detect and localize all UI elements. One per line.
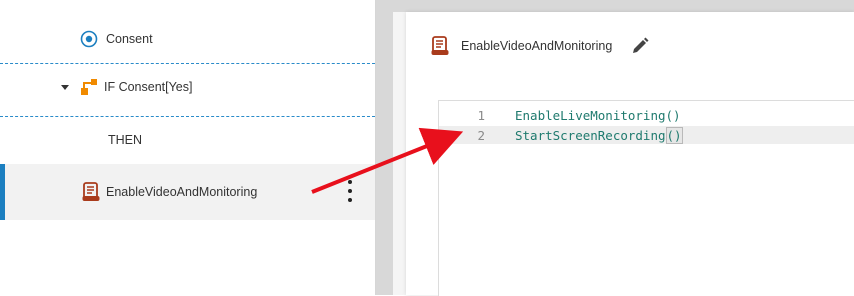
code-line[interactable]: 1 EnableLiveMonitoring() xyxy=(439,106,854,124)
bracket-match-highlight: () xyxy=(665,126,683,144)
script-icon xyxy=(431,36,449,56)
code-text: EnableLiveMonitoring() xyxy=(515,107,681,123)
code-editor[interactable]: 1 EnableLiveMonitoring() 2 StartScreenRe… xyxy=(438,100,854,296)
code-line-active[interactable]: 2 StartScreenRecording() xyxy=(439,126,854,144)
script-editor-card: EnableVideoAndMonitoring 1 EnableLiveMon… xyxy=(406,12,854,296)
code-text: StartScreenRecording xyxy=(515,127,666,143)
flow-item-consent[interactable]: Consent xyxy=(0,25,375,53)
editor-top-strip xyxy=(393,0,854,12)
flow-panel: Consent IF Consent[Yes] THEN EnableVideo… xyxy=(0,0,376,295)
selection-indicator xyxy=(0,164,5,220)
flow-item-label: THEN xyxy=(108,133,143,147)
flow-item-label: EnableVideoAndMonitoring xyxy=(106,185,258,199)
flow-item-enable-video-and-monitoring[interactable]: EnableVideoAndMonitoring xyxy=(0,164,375,220)
flow-item-then: THEN xyxy=(0,126,375,154)
drop-zone-divider xyxy=(0,116,375,117)
script-icon xyxy=(82,182,100,202)
chevron-down-icon[interactable] xyxy=(60,82,70,92)
line-number: 1 xyxy=(477,107,485,123)
flow-item-label: Consent xyxy=(106,32,153,46)
more-options-icon[interactable] xyxy=(347,180,353,202)
radio-icon xyxy=(80,30,98,48)
pencil-icon[interactable] xyxy=(630,36,650,56)
editor-header: EnableVideoAndMonitoring xyxy=(431,36,650,56)
line-number: 2 xyxy=(477,127,485,143)
editor-title: EnableVideoAndMonitoring xyxy=(461,39,613,53)
branch-icon xyxy=(80,78,98,96)
panel-splitter[interactable] xyxy=(376,0,393,295)
drop-zone-divider xyxy=(0,63,375,64)
flow-item-label: IF Consent[Yes] xyxy=(104,80,193,94)
flow-item-if-consent[interactable]: IF Consent[Yes] xyxy=(0,73,375,101)
